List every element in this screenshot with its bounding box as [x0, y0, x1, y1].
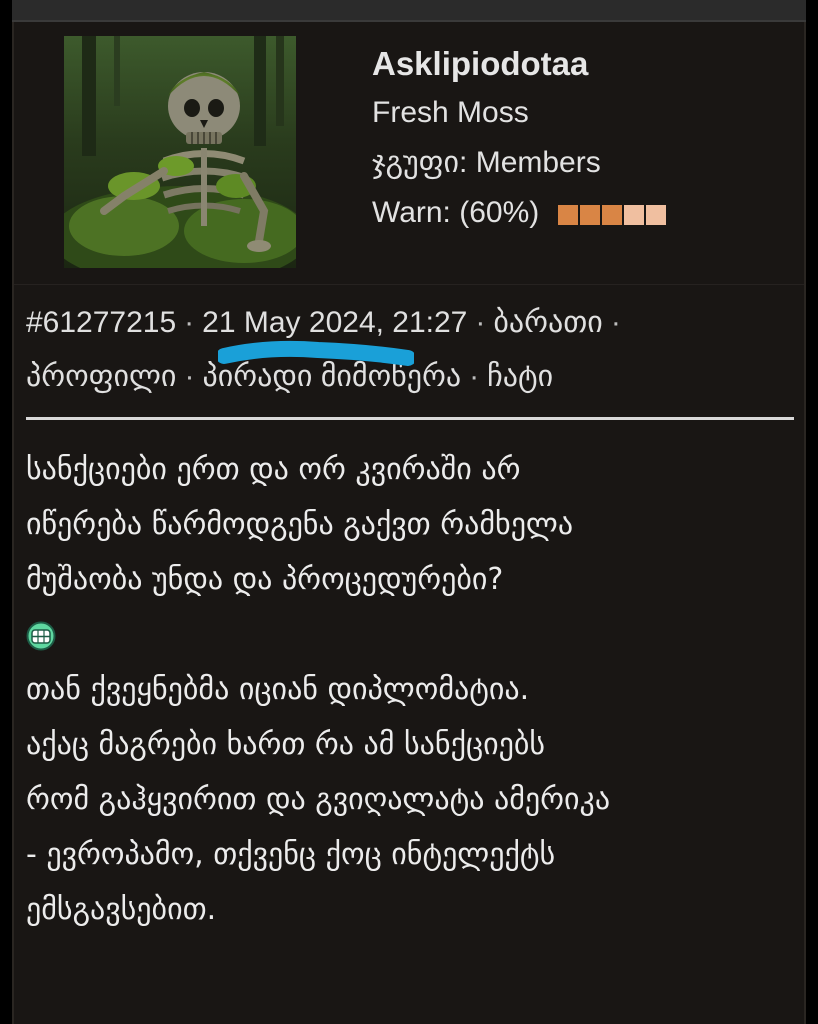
warn-line: Warn: (60%) — [372, 192, 668, 235]
warn-block — [601, 205, 622, 226]
meta-dot: · — [184, 306, 195, 339]
body-line: - ევროპამო, თქვენც ქოც ინტელექტს — [26, 837, 556, 872]
chat-link[interactable]: ჩატი — [487, 360, 553, 393]
user-title: Fresh Moss — [372, 96, 529, 129]
profile-link[interactable]: პროფილი — [26, 360, 176, 393]
header-separator — [14, 284, 804, 285]
warn-block — [623, 205, 644, 226]
group-value: Members — [475, 146, 601, 179]
body-line: თან ქვეყნებმა იციან დიპლომატია. — [26, 672, 530, 707]
avatar-image — [64, 36, 296, 268]
page: Asklipiodotaa Fresh Moss ჯგუფი: Members … — [0, 0, 818, 1024]
meta-dot: · — [469, 360, 480, 393]
meta-dot: · — [475, 306, 486, 339]
group-label: ჯგუფი: — [372, 146, 468, 179]
user-info: Asklipiodotaa Fresh Moss ჯგუფი: Members … — [372, 44, 668, 243]
body-line: აქაც მაგრები ხართ რა ამ სანქციებს — [26, 727, 546, 762]
user-group: ჯგუფი: Members — [372, 142, 668, 184]
warn-label: Warn: (60%) — [372, 196, 540, 229]
forum-post: Asklipiodotaa Fresh Moss ჯგუფი: Members … — [12, 22, 806, 1024]
post-meta: #61277215 · 21 May 2024, 21:27 · ბარათი · პრო… — [26, 296, 806, 404]
post-id-link[interactable]: #61277215 — [26, 306, 176, 339]
post-date: 21 May 2024, 21:27 — [202, 306, 468, 339]
meta-dot: · — [610, 306, 621, 339]
laughing-smiley-icon — [26, 621, 56, 650]
post-divider — [26, 417, 794, 420]
post-body: სანქციები ერთ და ორ კვირაში არ იწერება წ… — [26, 442, 806, 937]
username[interactable]: Asklipiodotaa — [372, 44, 668, 84]
warn-block — [645, 205, 666, 226]
body-line: რომ გაჰყვირით და გვიღალატა ამერიკა — [26, 782, 611, 817]
warn-level-indicator — [557, 193, 668, 235]
body-line: სანქციები ერთ და ორ კვირაში არ — [26, 452, 521, 487]
emoji-line — [26, 607, 806, 662]
avatar[interactable] — [64, 36, 296, 268]
top-bar — [12, 0, 806, 22]
warn-block — [579, 205, 600, 226]
body-line: ემსგავსებით. — [26, 892, 217, 927]
body-line: მუშაობა უნდა და პროცედურები? — [26, 562, 504, 597]
card-link[interactable]: ბარათი — [493, 306, 602, 339]
meta-dot: · — [184, 360, 195, 393]
private-message-link[interactable]: პირადი მიმოწერა — [202, 360, 461, 393]
warn-block — [557, 205, 578, 226]
body-line: იწერება წარმოდგენა გაქვთ რამხელა — [26, 507, 574, 542]
